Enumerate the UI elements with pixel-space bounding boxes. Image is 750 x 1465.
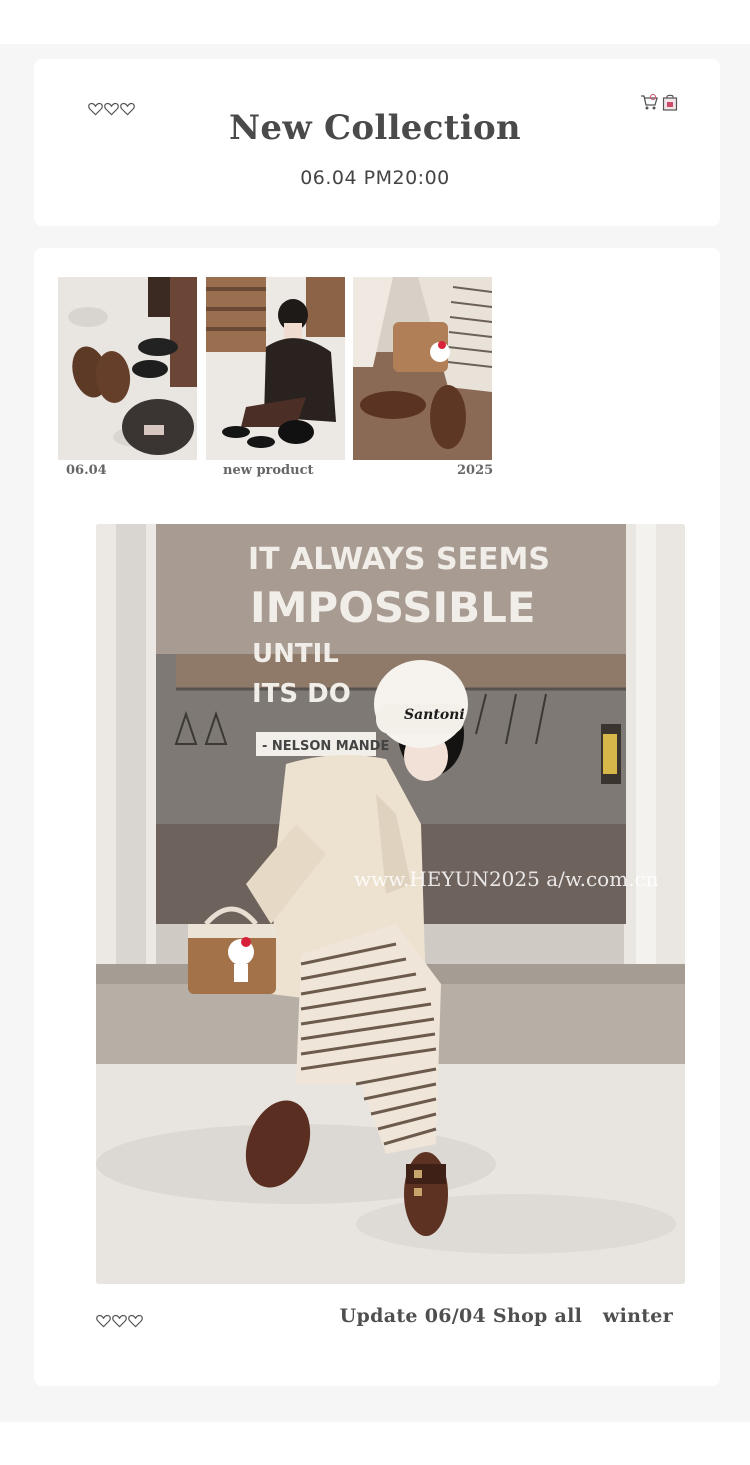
hero-image[interactable]: IT ALWAYS SEEMS IMPOSSIBLE UNTIL ITS DO … — [96, 524, 685, 1284]
thumbnail-model-beanie[interactable] — [206, 277, 345, 460]
svg-text:IT ALWAYS SEEMS: IT ALWAYS SEEMS — [248, 542, 550, 577]
page-title: New Collection — [229, 108, 521, 148]
thumbnail-caption: new product — [223, 463, 314, 478]
heart-outline-icon — [96, 1314, 111, 1328]
svg-text:UNTIL: UNTIL — [252, 639, 339, 669]
heart-outline-icon — [128, 1314, 143, 1328]
thumbnail-loafers-snow[interactable] — [58, 277, 197, 460]
thumbnail-caption: 2025 — [457, 463, 494, 478]
hearts-decoration — [96, 1314, 143, 1328]
thumbnail-loafers-bag[interactable] — [353, 277, 492, 460]
thumbnail-caption: 06.04 — [66, 463, 107, 478]
heart-outline-icon — [112, 1314, 127, 1328]
release-datetime: 06.04 PM20:00 — [300, 167, 450, 189]
update-link[interactable]: Update 06/04 Shop all winter — [340, 1305, 673, 1327]
svg-text:IMPOSSIBLE: IMPOSSIBLE — [250, 583, 536, 632]
watermark-text: www.HEYUN2025 a/w.com.cn — [354, 867, 659, 891]
svg-text:- NELSON MANDE: - NELSON MANDE — [262, 739, 389, 754]
svg-text:Santoni: Santoni — [404, 707, 465, 723]
svg-text:ITS DO: ITS DO — [252, 679, 351, 709]
